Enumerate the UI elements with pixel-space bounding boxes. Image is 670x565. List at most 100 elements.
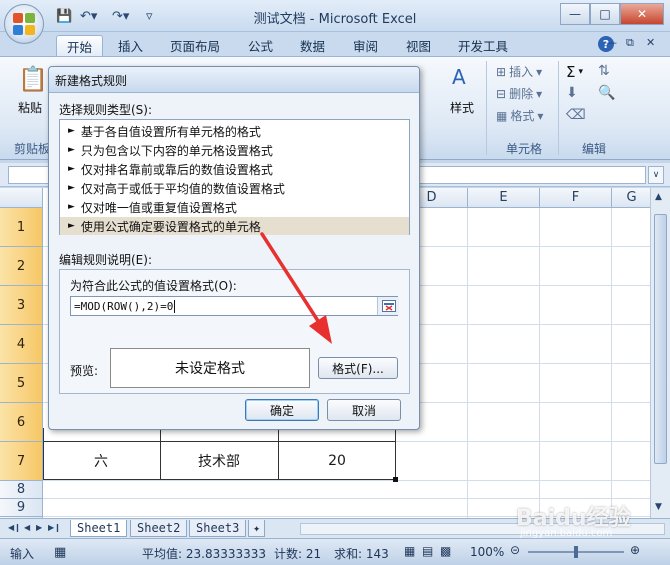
fill-handle[interactable] — [393, 477, 398, 482]
zoom-out-icon[interactable]: ⊝ — [510, 543, 520, 557]
format-cells-icon: ▦ — [496, 108, 508, 123]
expand-formula-bar-icon[interactable]: ∨ — [648, 166, 664, 184]
bullet-arrow-icon: ► — [68, 221, 75, 231]
rule-type-item[interactable]: ► 只为包含以下内容的单元格设置格式 — [60, 141, 409, 159]
row-header-3[interactable]: 3 — [0, 286, 43, 325]
tab-view[interactable]: 视图 — [396, 35, 441, 56]
zoom-level[interactable]: 100% — [470, 545, 504, 559]
row-header-2[interactable]: 2 — [0, 247, 43, 286]
clear-icon[interactable]: ⌫ — [566, 107, 586, 123]
zoom-slider-thumb[interactable] — [574, 546, 578, 558]
text-cursor — [174, 299, 176, 313]
row-header-8[interactable]: 8 — [0, 481, 43, 499]
zoom-in-icon[interactable]: ⊕ — [630, 543, 640, 557]
close-button[interactable]: ✕ — [620, 3, 664, 25]
cell-b7[interactable]: 技术部 — [160, 442, 278, 480]
sheet-tab-sheet1[interactable]: Sheet1 — [70, 520, 128, 537]
rule-type-item[interactable]: ► 仅对排名靠前或靠后的数值设置格式 — [60, 160, 409, 178]
last-sheet-icon[interactable]: ▶❙ — [48, 523, 61, 532]
page-layout-view-icon[interactable]: ▤ — [422, 544, 433, 558]
row-header-9[interactable]: 9 — [0, 499, 43, 517]
column-header-f[interactable]: F — [540, 188, 612, 208]
insert-cells-button[interactable]: ⊞ 插入 ▾ — [496, 63, 542, 80]
format-cells-button[interactable]: ▦ 格式 ▾ — [496, 107, 543, 124]
tab-formulas[interactable]: 公式 — [238, 35, 283, 56]
paste-icon[interactable]: 📋 — [18, 65, 48, 93]
formula-input[interactable]: =MOD(ROW(),2)=0 — [70, 296, 399, 316]
rule-type-item-selected[interactable]: ► 使用公式确定要设置格式的单元格 — [60, 217, 409, 235]
styles-icon[interactable]: A — [452, 65, 466, 89]
autosum-button[interactable]: Σ ▾ — [566, 63, 583, 81]
fill-icon[interactable]: ⬇ — [566, 85, 578, 101]
first-sheet-icon[interactable]: ◀❙ — [8, 523, 21, 532]
cell-a7[interactable]: 六 — [43, 442, 159, 480]
vertical-scroll-thumb[interactable] — [654, 214, 667, 464]
rule-type-item[interactable]: ► 基于各自值设置所有单元格的格式 — [60, 122, 409, 140]
tab-page-layout[interactable]: 页面布局 — [160, 35, 230, 56]
tab-home[interactable]: 开始 — [56, 35, 104, 56]
delete-cells-button[interactable]: ⊟ 删除 ▾ — [496, 85, 542, 102]
row-header-1[interactable]: 1 — [0, 208, 43, 247]
column-header-g[interactable]: G — [612, 188, 650, 208]
row-header-7[interactable]: 7 — [0, 442, 43, 481]
vertical-scrollbar[interactable]: ▲ ▼ — [650, 188, 670, 518]
rule-description-panel: 为符合此公式的值设置格式(O): =MOD(ROW(),2)=0 预览: 未设定… — [59, 269, 410, 394]
row-header-4[interactable]: 4 — [0, 325, 43, 364]
ok-button[interactable]: 确定 — [245, 399, 319, 421]
normal-view-icon[interactable]: ▦ — [404, 544, 415, 558]
sheet-tab-sheet3[interactable]: Sheet3 — [189, 520, 247, 537]
office-button[interactable] — [4, 4, 44, 44]
rule-type-list[interactable]: ► 基于各自值设置所有单元格的格式 ► 只为包含以下内容的单元格设置格式 ► 仅对排名… — [59, 119, 410, 235]
status-sum: 求和: 143 — [334, 547, 389, 561]
sheet-tab-sheet2[interactable]: Sheet2 — [130, 520, 188, 537]
page-break-view-icon[interactable]: ▩ — [440, 544, 451, 558]
cell-c7[interactable]: 20 — [278, 442, 396, 480]
bullet-arrow-icon: ► — [68, 145, 75, 155]
bullet-arrow-icon: ► — [68, 202, 75, 212]
new-formatting-rule-dialog: 新建格式规则 选择规则类型(S): ► 基于各自值设置所有单元格的格式 ► 只为包含… — [48, 66, 420, 430]
minimize-button[interactable]: — — [560, 3, 590, 25]
rule-type-text: 仅对高于或低于平均值的数值设置格式 — [80, 181, 285, 196]
row-header-6[interactable]: 6 — [0, 403, 43, 442]
group-separator — [558, 61, 559, 155]
workbook-minimize-icon[interactable]: — — [606, 36, 617, 49]
tab-data[interactable]: 数据 — [290, 35, 335, 56]
format-preview: 未设定格式 — [110, 348, 310, 388]
scroll-down-icon[interactable]: ▼ — [655, 502, 662, 512]
tab-insert[interactable]: 插入 — [108, 35, 153, 56]
tab-developer[interactable]: 开发工具 — [448, 35, 518, 56]
rule-type-label: 选择规则类型(S): — [59, 103, 153, 117]
column-header-e[interactable]: E — [468, 188, 540, 208]
format-cells-label: 格式 — [510, 109, 535, 123]
dialog-titlebar[interactable]: 新建格式规则 — [49, 67, 419, 93]
bullet-arrow-icon: ► — [68, 164, 75, 174]
tab-review[interactable]: 审阅 — [343, 35, 388, 56]
find-select-icon[interactable]: 🔍 — [598, 85, 615, 101]
formula-condition-label: 为符合此公式的值设置格式(O): — [70, 279, 237, 293]
sort-filter-icon[interactable]: ⇅ — [598, 63, 610, 79]
scroll-up-icon[interactable]: ▲ — [655, 192, 662, 202]
delete-cells-icon: ⊟ — [496, 86, 507, 101]
row-header-5[interactable]: 5 — [0, 364, 43, 403]
paste-button[interactable]: 粘贴 — [18, 99, 42, 116]
cancel-button[interactable]: 取消 — [327, 399, 401, 421]
workbook-restore-icon[interactable]: ⧉ — [626, 36, 634, 50]
rule-type-item[interactable]: ► 仅对唯一值或重复值设置格式 — [60, 198, 409, 216]
rule-type-text: 使用公式确定要设置格式的单元格 — [80, 219, 261, 234]
rule-type-item[interactable]: ► 仅对高于或低于平均值的数值设置格式 — [60, 179, 409, 197]
maximize-button[interactable]: □ — [590, 3, 620, 25]
rule-type-text: 仅对排名靠前或靠后的数值设置格式 — [80, 162, 273, 177]
range-select-icon[interactable] — [377, 297, 399, 315]
select-all-corner[interactable] — [0, 188, 43, 208]
next-sheet-icon[interactable]: ▶ — [36, 523, 42, 532]
workbook-close-icon[interactable]: ✕ — [646, 36, 655, 49]
title-bar: 💾 ↶▾ ↷▾ ▿ 测试文档 - Microsoft Excel — □ ✕ — [0, 0, 670, 32]
preview-label: 预览: — [70, 364, 99, 378]
gridline — [611, 208, 612, 518]
styles-button[interactable]: 样式 — [450, 99, 474, 116]
rule-type-text: 只为包含以下内容的单元格设置格式 — [80, 143, 273, 158]
prev-sheet-icon[interactable]: ◀ — [24, 523, 30, 532]
insert-sheet-icon[interactable]: ✦ — [248, 520, 266, 537]
macro-record-icon[interactable]: ▦ — [54, 545, 66, 560]
format-button[interactable]: 格式(F)... — [318, 357, 398, 379]
